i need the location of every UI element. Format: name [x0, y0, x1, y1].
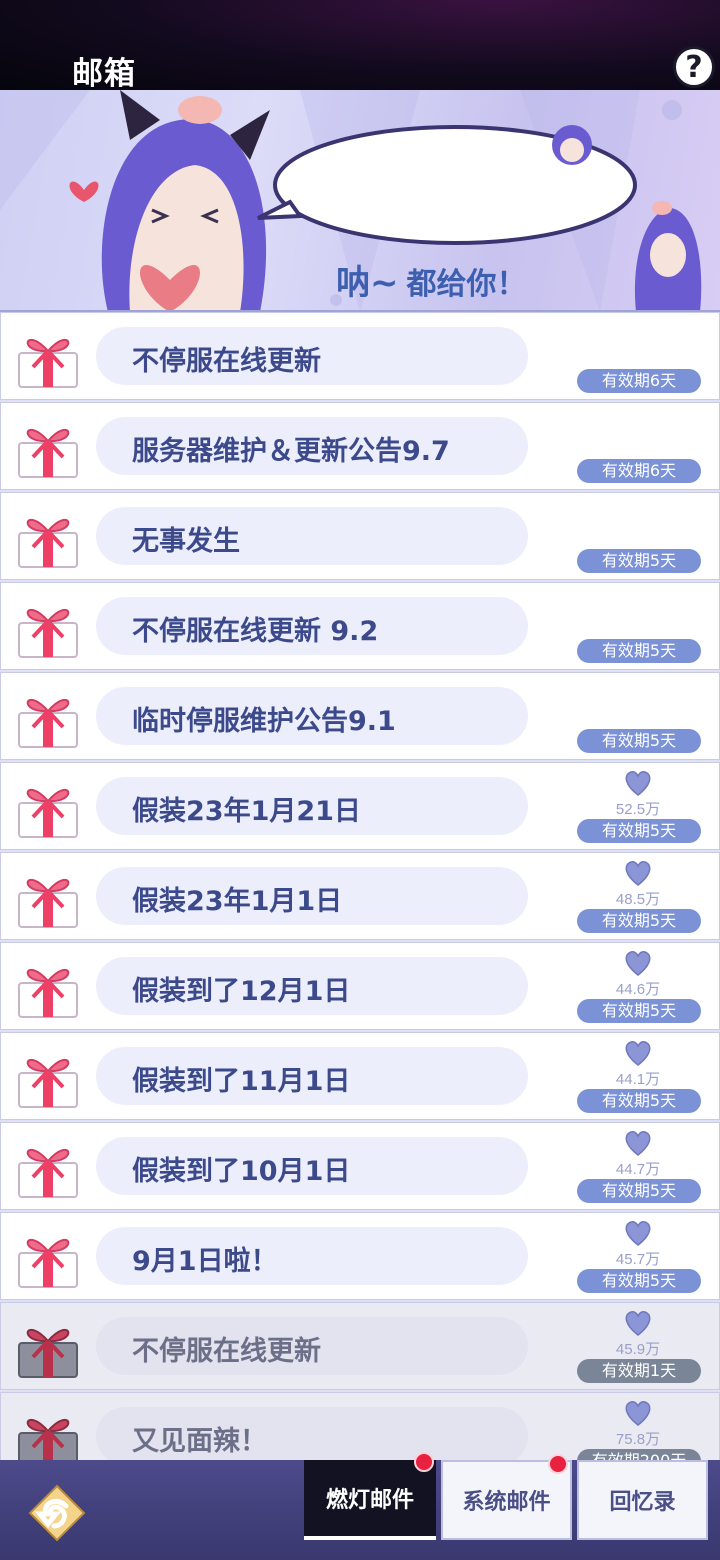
gift-box-icon — [18, 968, 78, 1018]
mail-list: 不停服在线更新 有效期6天 服务器维护＆更新公告9.7 有效期6天 无事发生 有… — [0, 312, 720, 1460]
mail-item[interactable]: 服务器维护＆更新公告9.7 有效期6天 — [0, 402, 720, 490]
mail-title: 又见面辣！ — [132, 1426, 267, 1457]
gift-box-icon — [18, 698, 78, 748]
expiry-badge: 有效期5天 — [577, 729, 701, 753]
tab-memories-label: 回忆录 — [609, 1490, 676, 1515]
speech-rest: 都给你！ — [406, 267, 527, 302]
mail-like-count: 48.5万 — [615, 891, 661, 908]
tab-system-mail-label: 系统邮件 — [462, 1490, 551, 1515]
mail-like-count: 44.7万 — [615, 1161, 661, 1178]
heart-icon — [625, 951, 651, 976]
speech-bubble-text: 呐~ 都给你！ — [336, 255, 527, 304]
expiry-badge: 有效期5天 — [577, 909, 701, 933]
mail-title: 假装23年1月1日 — [132, 886, 343, 917]
mail-like-count: 45.9万 — [615, 1341, 661, 1358]
mail-like-count: 45.7万 — [615, 1251, 661, 1268]
mail-like-count: 52.5万 — [615, 801, 661, 818]
gift-box-icon — [18, 1148, 78, 1198]
expiry-badge: 有效期6天 — [577, 369, 701, 393]
mail-item[interactable]: 无事发生 有效期5天 — [0, 492, 720, 580]
expiry-badge: 有效期5天 — [577, 549, 701, 573]
heart-icon — [625, 1221, 651, 1246]
back-button[interactable] — [26, 1482, 88, 1544]
mail-title: 假装23年1月21日 — [132, 796, 361, 827]
mail-like-count: 75.8万 — [615, 1431, 661, 1448]
expiry-badge: 有效期5天 — [577, 1269, 701, 1293]
gift-box-icon — [18, 1058, 78, 1108]
mail-title: 服务器维护＆更新公告9.7 — [132, 436, 450, 467]
mail-like-count: 44.6万 — [615, 981, 661, 998]
tab-lamp-mail-label: 燃灯邮件 — [325, 1488, 414, 1513]
mailbox-banner: 呐~ 都给你！ — [0, 90, 720, 312]
gift-box-icon — [18, 1238, 78, 1288]
header-bar: 邮箱 ? — [0, 0, 720, 92]
heart-icon — [625, 1401, 651, 1426]
expiry-badge: 有效期5天 — [577, 999, 701, 1023]
mail-title: 假装到了10月1日 — [132, 1156, 351, 1187]
mail-title: 不停服在线更新 — [132, 1336, 321, 1367]
heart-icon — [625, 861, 651, 886]
mail-title: 9月1日啦！ — [132, 1246, 278, 1277]
mail-item[interactable]: 不停服在线更新 有效期6天 — [0, 312, 720, 400]
mail-title: 不停服在线更新 9.2 — [132, 616, 379, 647]
speech-main: 呐~ — [336, 263, 399, 303]
mail-title: 临时停服维护公告9.1 — [132, 706, 396, 737]
gift-box-icon — [18, 518, 78, 568]
gift-box-icon — [18, 428, 78, 478]
mail-like-count: 44.1万 — [615, 1071, 661, 1088]
help-button[interactable]: ? — [673, 46, 715, 88]
gift-box-icon — [18, 1328, 78, 1378]
expiry-badge: 有效期5天 — [577, 819, 701, 843]
tab-memories[interactable]: 回忆录 — [577, 1460, 708, 1540]
mail-item[interactable]: 假装到了12月1日 44.6万 有效期5天 — [0, 942, 720, 1030]
mail-title: 假装到了11月1日 — [132, 1066, 351, 1097]
mail-item[interactable]: 假装23年1月1日 48.5万 有效期5天 — [0, 852, 720, 940]
heart-icon — [625, 1131, 651, 1156]
mail-title: 不停服在线更新 — [132, 346, 321, 377]
expiry-badge: 有效期5天 — [577, 1089, 701, 1113]
page-title: 邮箱 — [72, 56, 136, 92]
mail-item[interactable]: 又见面辣！ 75.8万 有效期200天 — [0, 1392, 720, 1460]
mail-item[interactable]: 假装到了11月1日 44.1万 有效期5天 — [0, 1032, 720, 1120]
mail-title: 假装到了12月1日 — [132, 976, 351, 1007]
mail-item[interactable]: 临时停服维护公告9.1 有效期5天 — [0, 672, 720, 760]
expiry-badge: 有效期5天 — [577, 639, 701, 663]
mail-title: 无事发生 — [132, 526, 240, 557]
expiry-badge: 有效期6天 — [577, 459, 701, 483]
gift-box-icon — [18, 1418, 78, 1460]
heart-icon — [625, 771, 651, 796]
mail-item[interactable]: 9月1日啦！ 45.7万 有效期5天 — [0, 1212, 720, 1300]
bottom-bar: 燃灯邮件 系统邮件 回忆录 — [0, 1452, 720, 1560]
heart-decoration — [69, 181, 99, 202]
mail-item[interactable]: 假装23年1月21日 52.5万 有效期5天 — [0, 762, 720, 850]
mail-item[interactable]: 不停服在线更新 9.2 有效期5天 — [0, 582, 720, 670]
gift-box-icon — [18, 338, 78, 388]
mail-item[interactable]: 假装到了10月1日 44.7万 有效期5天 — [0, 1122, 720, 1210]
expiry-badge: 有效期5天 — [577, 1179, 701, 1203]
notification-dot — [414, 1452, 434, 1472]
tab-lamp-mail[interactable]: 燃灯邮件 — [304, 1452, 436, 1540]
gift-box-icon — [18, 878, 78, 928]
heart-icon — [625, 1041, 651, 1066]
notification-dot — [548, 1454, 568, 1474]
gift-box-icon — [18, 608, 78, 658]
expiry-badge: 有效期200天 — [577, 1449, 701, 1460]
mail-item[interactable]: 不停服在线更新 45.9万 有效期1天 — [0, 1302, 720, 1390]
back-arrow-icon — [28, 1484, 86, 1542]
expiry-badge: 有效期1天 — [577, 1359, 701, 1383]
gift-box-icon — [18, 788, 78, 838]
heart-icon — [625, 1311, 651, 1336]
question-mark-icon: ? — [685, 49, 703, 85]
tab-system-mail[interactable]: 系统邮件 — [441, 1454, 572, 1540]
